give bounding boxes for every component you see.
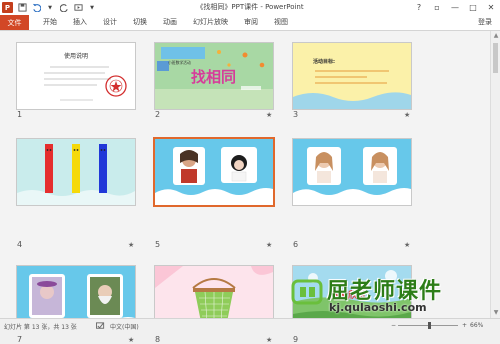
watermark: 屈老师课件 kj.qulaoshi.com	[285, 273, 490, 318]
slide-thumbnail-5[interactable]	[153, 137, 275, 207]
tab-view[interactable]: 视图	[266, 15, 296, 30]
ribbon-display-button[interactable]: ▫	[428, 0, 446, 15]
tab-file[interactable]: 文件	[0, 15, 29, 30]
close-button[interactable]: ✕	[482, 0, 500, 15]
slide-number-5: 5	[155, 240, 161, 249]
scroll-thumb[interactable]	[493, 43, 498, 73]
animation-star-icon-8[interactable]: ★	[266, 336, 272, 344]
animation-star-icon-5[interactable]: ★	[266, 241, 272, 249]
zoom-slider-knob[interactable]	[428, 322, 431, 329]
tab-design[interactable]: 设计	[95, 15, 125, 30]
zoom-in-icon[interactable]: +	[462, 322, 467, 329]
slide-thumbnail-2[interactable]: 小班数学活动 找相同	[154, 42, 274, 110]
scroll-up-icon[interactable]: ▲	[492, 32, 500, 40]
slide-thumbnail-3[interactable]: 活动目标:	[292, 42, 412, 110]
slide-number-4: 4	[17, 240, 23, 249]
watermark-logo-icon	[291, 279, 323, 305]
slide-number-9: 9	[293, 335, 299, 344]
animation-star-icon-3[interactable]: ★	[404, 111, 410, 119]
tab-insert[interactable]: 插入	[65, 15, 95, 30]
help-button[interactable]: ?	[410, 0, 428, 15]
slide-3-title: 活动目标:	[313, 58, 335, 65]
animation-star-icon-6[interactable]: ★	[404, 241, 410, 249]
minimize-button[interactable]: —	[446, 0, 464, 15]
slide-number-3: 3	[293, 110, 299, 119]
status-bar: 幻灯片 第 13 张，共 13 张 中文(中国) − + 66%	[0, 318, 500, 334]
slide-2-subtitle: 小班数学活动	[168, 60, 191, 65]
maximize-button[interactable]: □	[464, 0, 482, 15]
title-bar: P ▼ ▼ 《找相同》PPT课件 - PowerPoint ? ▫ — □ ✕	[0, 0, 500, 15]
slide-thumbnail-1[interactable]: 使用说明	[16, 42, 136, 110]
animation-star-icon-7[interactable]: ★	[128, 336, 134, 344]
slide-1-title: 使用说明	[64, 52, 88, 60]
tab-slideshow[interactable]: 幻灯片放映	[185, 15, 236, 30]
zoom-out-icon[interactable]: −	[391, 322, 396, 329]
slide-thumbnail-4[interactable]	[16, 138, 136, 206]
slide-2-title: 找相同	[191, 68, 236, 86]
tab-review[interactable]: 审阅	[236, 15, 266, 30]
vertical-scrollbar[interactable]: ▲ ▼	[490, 31, 500, 318]
login-link[interactable]: 登录	[478, 15, 492, 30]
tab-transitions[interactable]: 切换	[125, 15, 155, 30]
slide-number-1: 1	[17, 110, 23, 119]
slide-number-7: 7	[17, 335, 23, 344]
ribbon-tabs: 文件 开始 插入 设计 切换 动画 幻灯片放映 审阅 视图 登录	[0, 15, 500, 31]
animation-star-icon-4[interactable]: ★	[128, 241, 134, 249]
slide-count-status: 幻灯片 第 13 张，共 13 张	[4, 324, 77, 331]
slide-number-6: 6	[293, 240, 299, 249]
scroll-down-icon[interactable]: ▼	[492, 309, 500, 317]
window-controls: ? ▫ — □ ✕	[410, 0, 500, 15]
slide-number-8: 8	[155, 335, 161, 344]
zoom-level[interactable]: 66%	[470, 322, 483, 329]
watermark-url: kj.qulaoshi.com	[329, 301, 427, 314]
animation-star-icon-2[interactable]: ★	[266, 111, 272, 119]
tab-animations[interactable]: 动画	[155, 15, 185, 30]
language-status[interactable]: 中文(中国)	[110, 322, 139, 331]
slide-thumbnail-6[interactable]	[292, 138, 412, 206]
proofing-icon[interactable]	[96, 322, 105, 332]
slide-number-2: 2	[155, 110, 161, 119]
tab-home[interactable]: 开始	[35, 15, 65, 30]
